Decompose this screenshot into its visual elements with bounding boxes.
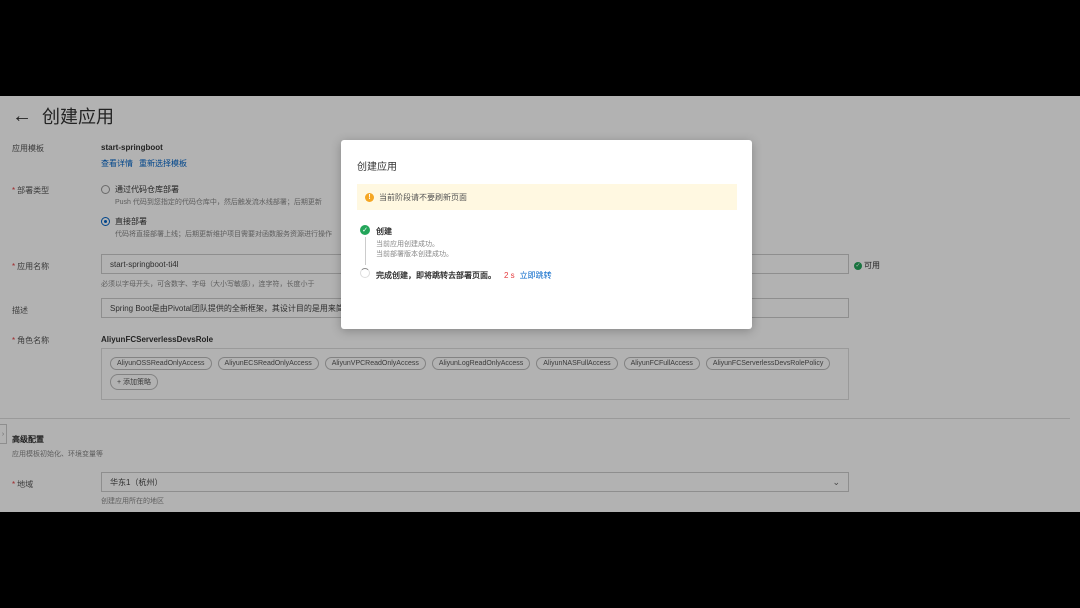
letterbox-bottom [0,512,1080,608]
step-connector [364,237,366,265]
step-complete: 完成创建，即将跳转去部署页面。 2 s 立即跳转 [376,271,552,280]
dialog-title: 创建应用 [357,162,397,173]
countdown-timer: 2 s [504,271,515,280]
step-create-title: 创建 [376,227,392,236]
warning-icon: ! [365,192,374,202]
check-circle-icon: ✓ [360,225,370,235]
step-create-desc-2: 当前部署版本创建成功。 [376,251,453,258]
step-create-desc-1: 当前应用创建成功。 [376,241,439,248]
warning-notice: ! 当前阶段请不要刷新页面 [357,184,737,210]
browser-viewport: ← 创建应用 应用模板 start-springboot 查看详情 重新选择模板… [0,96,1080,512]
loading-spinner-icon [360,268,370,278]
letterbox-top [0,0,1080,96]
jump-now-link[interactable]: 立即跳转 [520,271,552,280]
create-app-dialog: 创建应用 ! 当前阶段请不要刷新页面 ✓ 创建 当前应用创建成功。 当前部署版本… [341,140,752,329]
